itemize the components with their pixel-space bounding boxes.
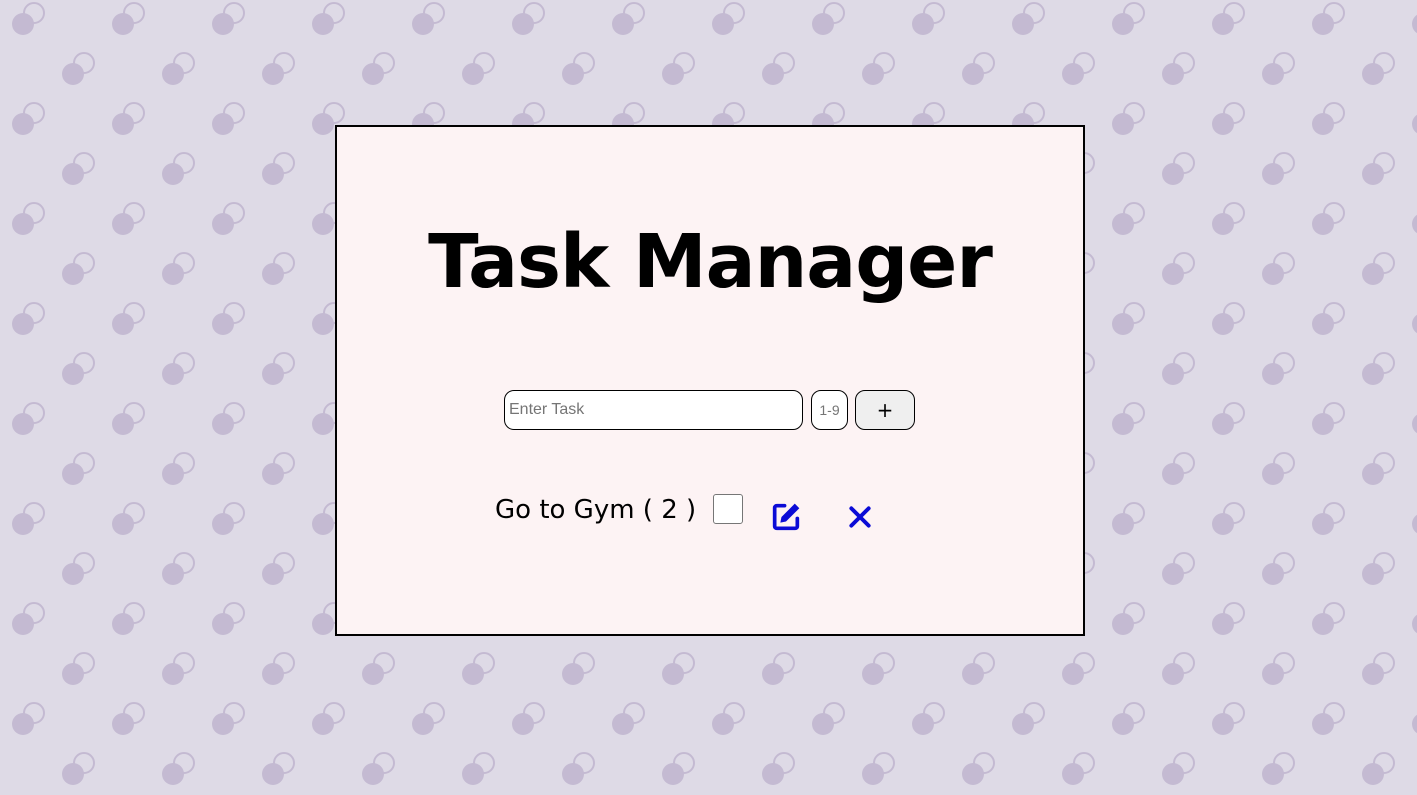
add-task-button[interactable]: + xyxy=(855,390,915,430)
task-manager-card: Task Manager + Go to Gym ( 2 ) xyxy=(335,125,1085,636)
close-icon[interactable] xyxy=(847,504,873,530)
task-label: Go to Gym ( 2 ) xyxy=(495,495,697,525)
task-input[interactable] xyxy=(504,390,803,430)
edit-icon[interactable] xyxy=(769,500,803,534)
page-title: Task Manager xyxy=(428,219,993,305)
task-item: Go to Gym ( 2 ) xyxy=(337,487,1083,537)
task-complete-checkbox[interactable] xyxy=(713,494,743,524)
priority-input[interactable] xyxy=(811,390,848,430)
